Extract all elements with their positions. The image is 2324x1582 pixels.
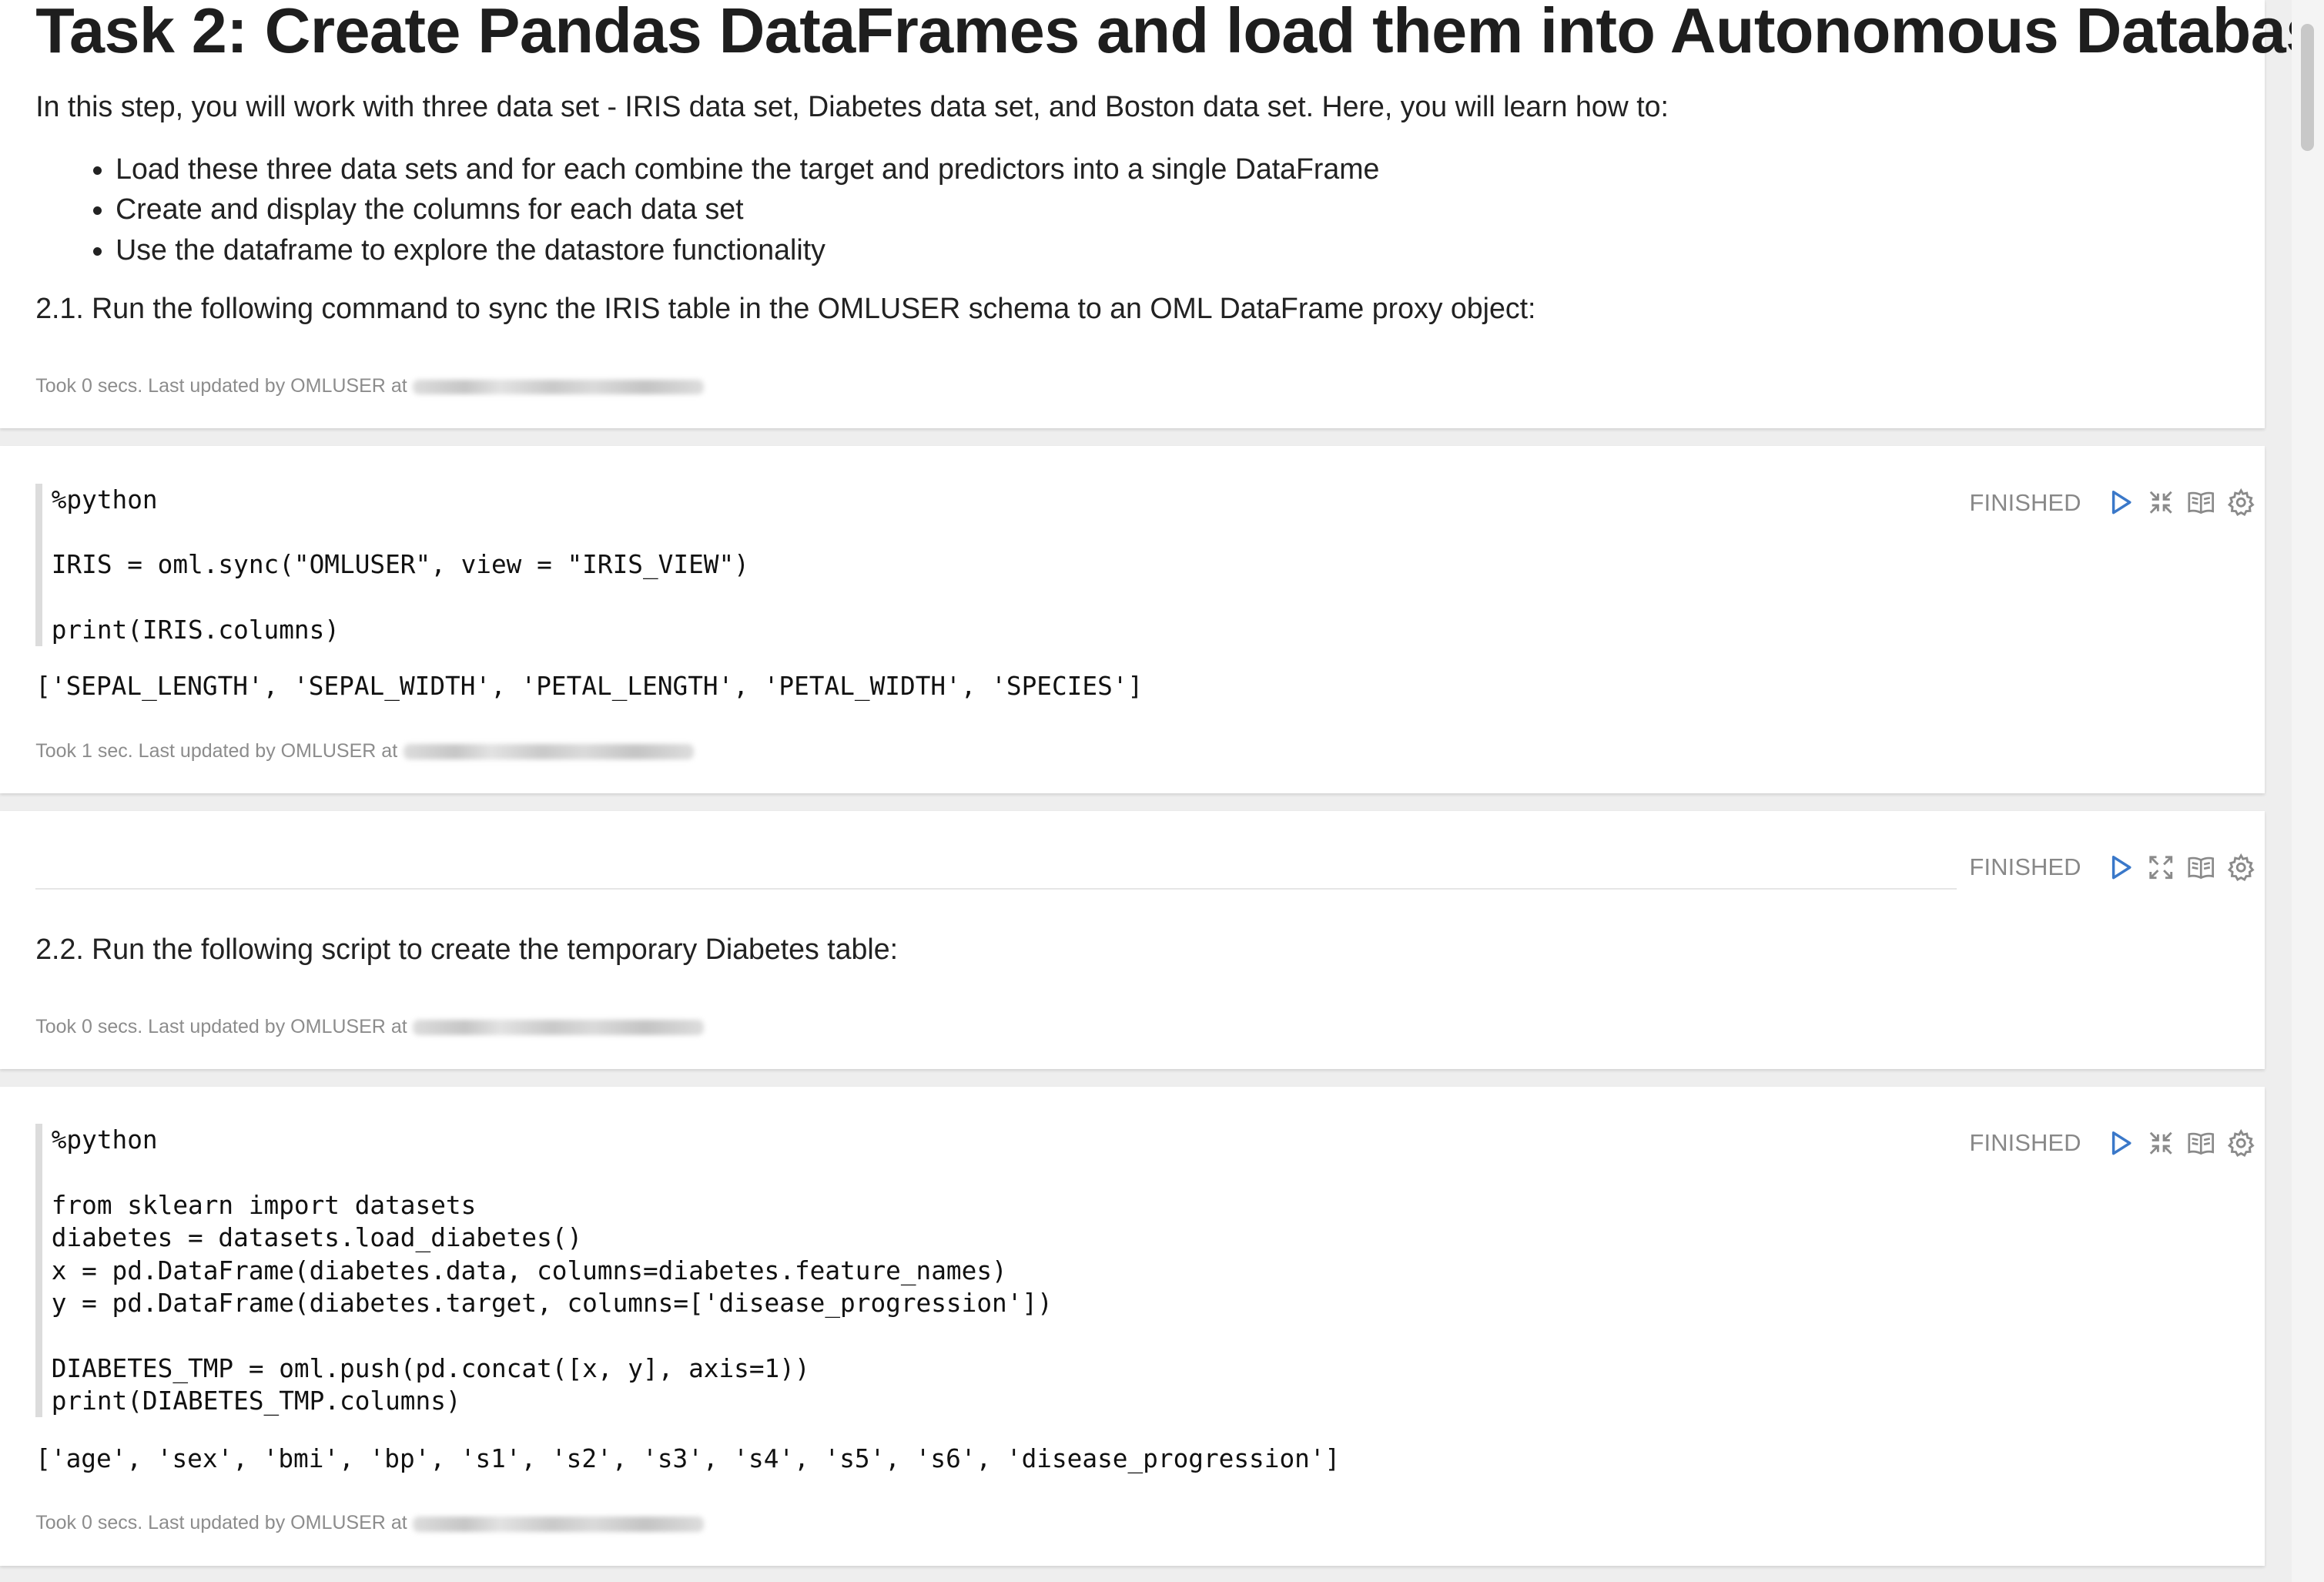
book-icon[interactable] [2186, 853, 2216, 883]
status-label: FINISHED [1969, 853, 2081, 881]
status-label: FINISHED [1969, 1129, 2081, 1157]
list-item: Create and display the columns for each … [116, 189, 1379, 230]
footer-text: Took 0 secs. Last updated by OMLUSER at [35, 375, 407, 397]
paragraph-toolbar: FINISHED [1969, 1127, 2255, 1159]
gear-icon[interactable] [2226, 853, 2256, 883]
gear-icon[interactable] [2226, 488, 2256, 518]
book-icon[interactable] [2186, 1128, 2216, 1158]
collapse-icon[interactable] [2146, 488, 2176, 518]
markdown-paragraph-diabetes-step[interactable]: FINISHED 2.2. Run the following script t… [0, 810, 2265, 1069]
paragraph-footer: Took 1 sec. Last updated by OMLUSER at [35, 739, 695, 763]
book-icon[interactable] [2186, 488, 2216, 518]
step-text: 2.2. Run the following script to create … [35, 932, 898, 965]
footer-text: Took 1 sec. Last updated by OMLUSER at [35, 739, 398, 762]
gear-icon[interactable] [2226, 1128, 2256, 1158]
paragraph-footer: Took 0 secs. Last updated by OMLUSER at [35, 1512, 704, 1534]
code-editor[interactable]: %python IRIS = oml.sync("OMLUSER", view … [35, 483, 749, 647]
expand-icon[interactable] [2146, 853, 2176, 883]
code-paragraph-diabetes[interactable]: FINISHED %python from sklearn import dat… [0, 1087, 2265, 1566]
redacted-timestamp [413, 1517, 704, 1532]
list-item: Use the dataframe to explore the datasto… [116, 230, 1379, 270]
paragraph-output: ['age', 'sex', 'bmi', 'bp', 's1', 's2', … [35, 1444, 1341, 1474]
run-icon[interactable] [2106, 1128, 2136, 1158]
scrollbar-thumb[interactable] [2300, 23, 2314, 152]
paragraph-footer: Took 0 secs. Last updated by OMLUSER at [35, 1015, 704, 1038]
list-item: Load these three data sets and for each … [116, 149, 1379, 189]
paragraph-output: ['SEPAL_LENGTH', 'SEPAL_WIDTH', 'PETAL_L… [35, 672, 1144, 702]
bullet-list: Load these three data sets and for each … [35, 149, 1379, 271]
redacted-timestamp [403, 744, 695, 759]
paragraph-toolbar: FINISHED [1969, 851, 2255, 883]
code-paragraph-iris[interactable]: FINISHED %python IRIS = oml.sync("OMLUSE… [0, 446, 2265, 793]
notebook-page: Task 2: Create Pandas DataFrames and loa… [0, 0, 2324, 1582]
markdown-paragraph-task2[interactable]: Task 2: Create Pandas DataFrames and loa… [0, 0, 2324, 429]
collapse-icon[interactable] [2146, 1128, 2176, 1158]
footer-text: Took 0 secs. Last updated by OMLUSER at [35, 1015, 407, 1037]
run-icon[interactable] [2106, 488, 2136, 518]
intro-text: In this step, you will work with three d… [35, 90, 1669, 123]
footer-text: Took 0 secs. Last updated by OMLUSER at [35, 1512, 407, 1534]
redacted-timestamp [413, 379, 704, 395]
status-label: FINISHED [1969, 488, 2081, 516]
paragraph-footer: Took 0 secs. Last updated by OMLUSER at [35, 375, 704, 397]
paragraph-toolbar: FINISHED [1969, 486, 2255, 518]
step-text: 2.1. Run the following command to sync t… [35, 292, 1536, 325]
run-icon[interactable] [2106, 853, 2136, 883]
vertical-scrollbar[interactable] [2292, 0, 2324, 1582]
code-editor[interactable]: %python from sklearn import datasets dia… [35, 1124, 1053, 1418]
page-title: Task 2: Create Pandas DataFrames and loa… [35, 0, 2324, 67]
redacted-timestamp [413, 1020, 704, 1035]
editor-divider [35, 888, 1957, 890]
